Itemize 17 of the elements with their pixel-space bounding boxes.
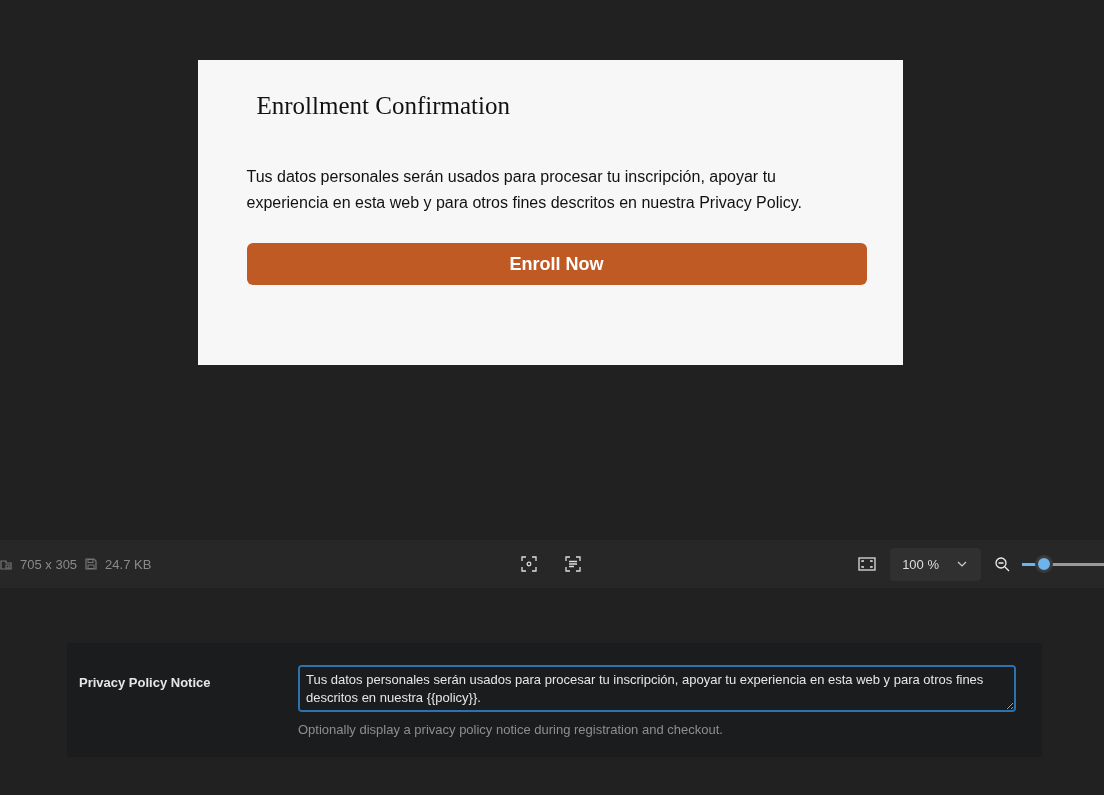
setting-label: Privacy Policy Notice <box>79 674 212 692</box>
notice-textarea[interactable]: Tus datos personales serán usados para procesar tu inscripción, apoyar tu experiencia en esta web y para otros fines descritos en nuestra {{policy}}. <box>298 665 1016 712</box>
image-size-icon <box>0 558 12 570</box>
slider-thumb[interactable] <box>1035 555 1054 573</box>
preview-title: Enrollment Confirmation <box>256 92 511 120</box>
zoom-out-icon[interactable] <box>995 556 1010 572</box>
zoom-dropdown[interactable]: 100 % <box>890 547 981 581</box>
privacy-notice-text: Tus datos personales serán usados para procesar tu inscripción, apoyar tu experiencia en esta web y para otros fines descritos en nuestra Privacy Policy. <box>246 167 804 213</box>
text-scan-icon[interactable] <box>565 556 581 572</box>
fit-screen-icon[interactable] <box>858 557 877 571</box>
file-size: 24.7 KB <box>105 556 152 572</box>
chevron-down-icon <box>957 561 967 567</box>
save-icon <box>85 558 98 570</box>
focus-icon[interactable] <box>521 556 537 572</box>
enroll-button[interactable]: Enroll Now <box>246 243 867 285</box>
help-text: Optionally display a privacy policy notice during registration and checkout. <box>298 722 724 737</box>
image-dimensions: 705 x 305 <box>20 556 78 572</box>
